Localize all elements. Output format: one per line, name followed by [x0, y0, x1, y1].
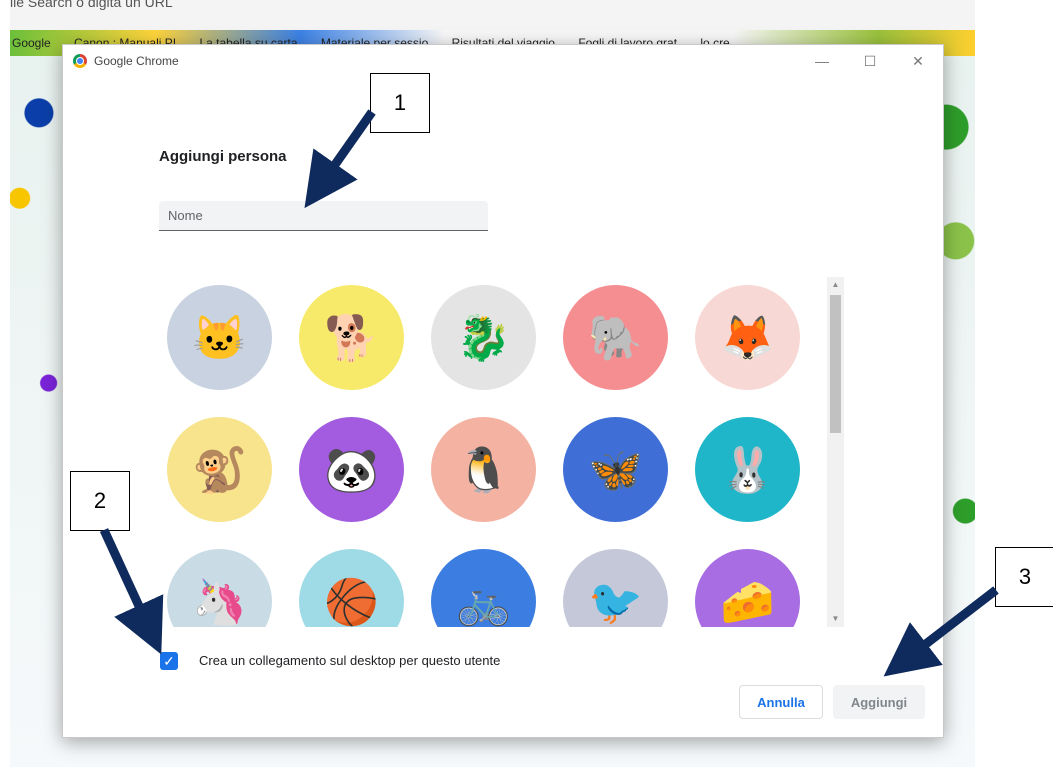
- avatar-option[interactable]: 🐼: [299, 417, 404, 522]
- avatar-option[interactable]: 🦊: [695, 285, 800, 390]
- scroll-up-icon[interactable]: ▲: [827, 277, 844, 293]
- dialog-heading: Aggiungi persona: [159, 148, 287, 165]
- callout-box-3: 3: [995, 547, 1053, 607]
- avatar-glyph-icon: 🐘: [588, 313, 643, 363]
- avatar-option[interactable]: 🐰: [695, 417, 800, 522]
- avatar-option[interactable]: 🐘: [563, 285, 668, 390]
- avatar-option[interactable]: 🐦: [563, 549, 668, 627]
- desktop-shortcut-label: Crea un collegamento sul desktop per que…: [199, 653, 501, 668]
- avatar-option[interactable]: 🐧: [431, 417, 536, 522]
- avatar-glyph-icon: 🦄: [192, 577, 247, 627]
- omnibox-text: ile Search o digita un URL: [10, 0, 173, 10]
- avatar-option[interactable]: 🏀: [299, 549, 404, 627]
- avatar-option[interactable]: 🐱: [167, 285, 272, 390]
- name-input[interactable]: [159, 201, 488, 231]
- desktop-shortcut-checkbox[interactable]: ✓: [160, 652, 178, 670]
- avatar-glyph-icon: 🦊: [720, 313, 775, 363]
- avatar-glyph-icon: 🧀: [720, 577, 775, 627]
- avatar-glyph-icon: 🐰: [720, 445, 775, 495]
- scroll-down-icon[interactable]: ▼: [827, 611, 844, 627]
- window-title: Google Chrome: [94, 54, 179, 68]
- checkmark-icon: ✓: [163, 653, 175, 669]
- avatar-glyph-icon: 🐉: [456, 313, 511, 363]
- avatar-option[interactable]: 🧀: [695, 549, 800, 627]
- minimize-icon[interactable]: —: [810, 49, 834, 73]
- avatar-option[interactable]: 🦄: [167, 549, 272, 627]
- avatar-glyph-icon: 🐒: [192, 445, 247, 495]
- avatar-glyph-icon: 🦋: [588, 445, 643, 495]
- avatar-option[interactable]: 🐒: [167, 417, 272, 522]
- add-button[interactable]: Aggiungi: [833, 685, 925, 719]
- bookmark-item[interactable]: Google: [12, 36, 51, 50]
- avatar-grid: 🐱 🐕 🐉 🐘 🦊 🐒 🐼 🐧 🦋 🐰 🦄 🏀 🚲 🐦 🧀: [167, 285, 827, 627]
- avatar-option[interactable]: 🚲: [431, 549, 536, 627]
- avatar-option[interactable]: 🐕: [299, 285, 404, 390]
- callout-box-2: 2: [70, 471, 130, 531]
- callout-box-1: 1: [370, 73, 430, 133]
- avatar-glyph-icon: 🐱: [192, 313, 247, 363]
- avatar-glyph-icon: 🐼: [324, 445, 379, 495]
- avatar-glyph-icon: 🚲: [456, 577, 511, 627]
- close-icon[interactable]: ✕: [906, 49, 930, 73]
- avatar-glyph-icon: 🏀: [324, 577, 379, 627]
- dialog-titlebar: Google Chrome — ☐ ✕: [63, 45, 943, 77]
- scroll-thumb[interactable]: [830, 295, 841, 433]
- maximize-icon[interactable]: ☐: [858, 49, 882, 73]
- cancel-button[interactable]: Annulla: [739, 685, 823, 719]
- avatar-scrollbar[interactable]: ▲ ▼: [827, 277, 844, 627]
- avatar-option[interactable]: 🦋: [563, 417, 668, 522]
- avatar-glyph-icon: 🐦: [588, 577, 643, 627]
- avatar-option[interactable]: 🐉: [431, 285, 536, 390]
- add-person-dialog: Google Chrome — ☐ ✕ Aggiungi persona 🐱 🐕…: [62, 44, 944, 738]
- avatar-glyph-icon: 🐕: [324, 313, 379, 363]
- avatar-glyph-icon: 🐧: [456, 445, 511, 495]
- chrome-logo-icon: [73, 54, 87, 68]
